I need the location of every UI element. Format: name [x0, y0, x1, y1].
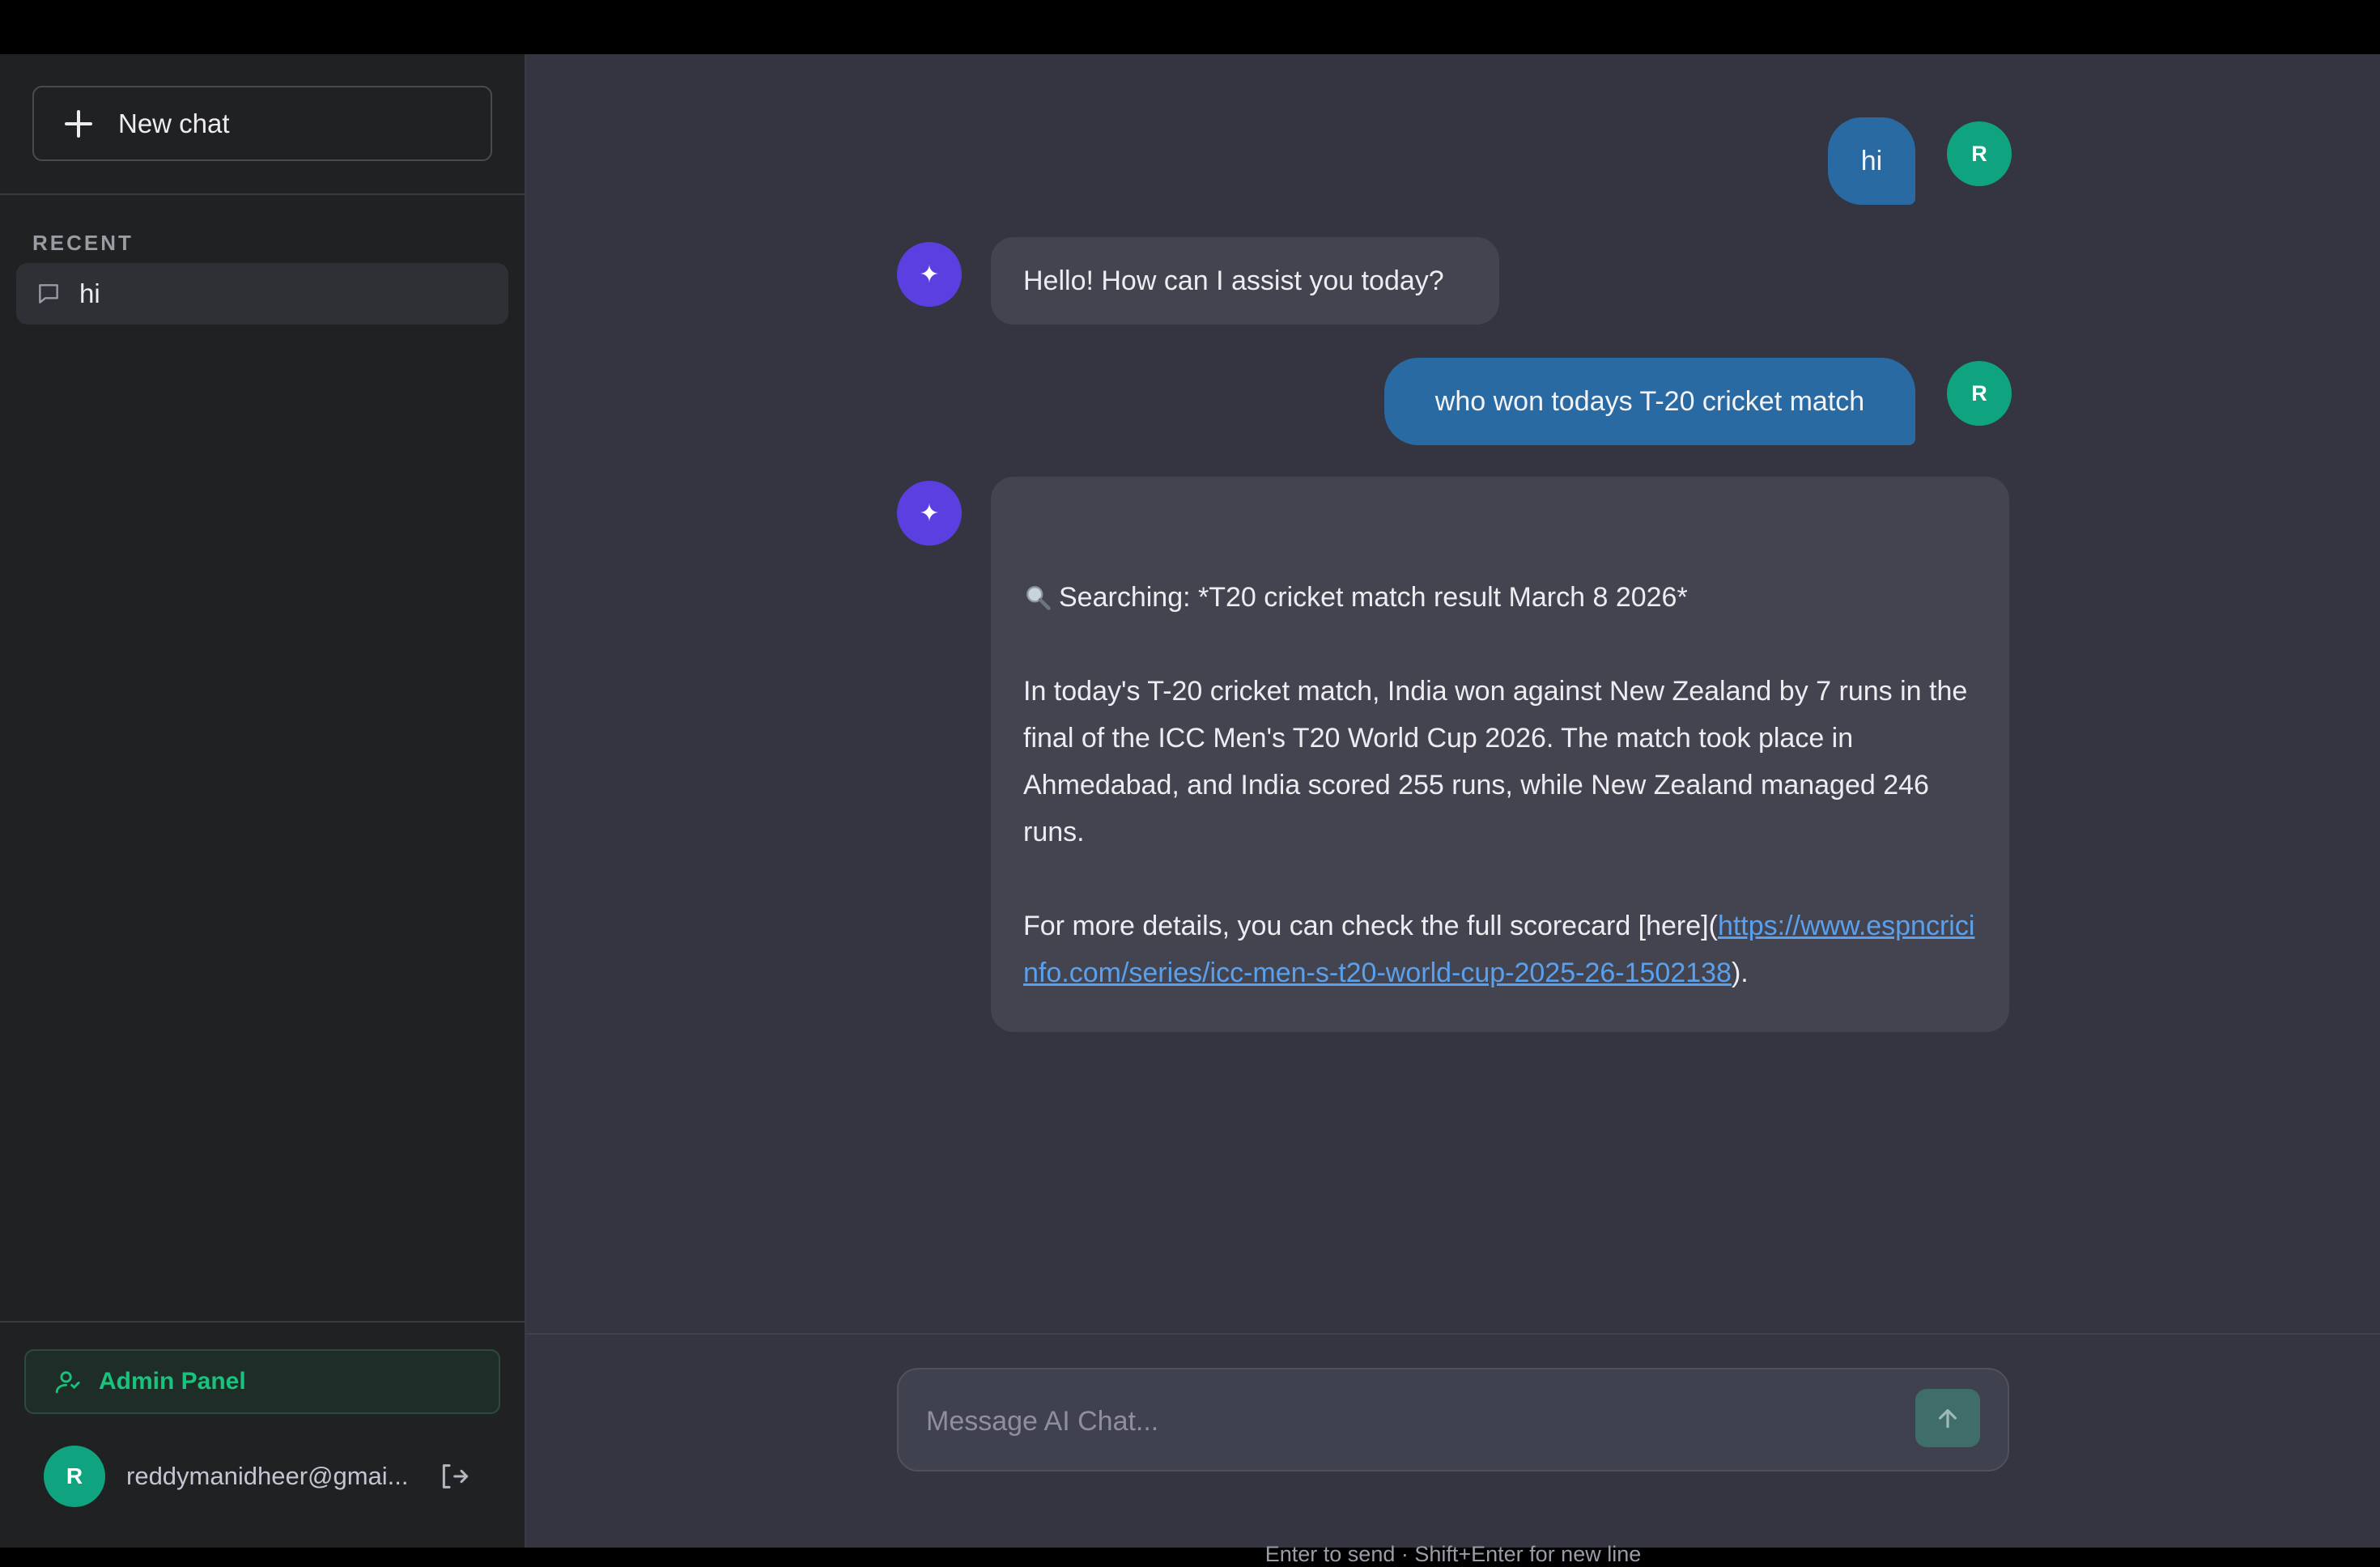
user-email: reddymanidheer@gmai... [126, 1462, 409, 1490]
assistant-avatar: ✦ [897, 481, 962, 546]
message-input[interactable] [926, 1397, 1898, 1446]
admin-panel-button[interactable]: Admin Panel [24, 1349, 500, 1414]
user-profile: R reddymanidheer@gmai... [44, 1444, 497, 1509]
sparkle-icon: ✦ [919, 261, 940, 288]
user-message-text: who won todays T-20 cricket match [1434, 385, 1865, 417]
answer-paragraph: In today's T-20 cricket match, India won… [1023, 676, 1968, 847]
assistant-message: Searching: *T20 cricket match result Mar… [991, 477, 2009, 1032]
details-prefix: For more details, you can check the full… [1023, 911, 1718, 941]
user-message: hi [1828, 117, 1915, 205]
top-bar [0, 0, 2380, 54]
sidebar-divider [0, 193, 525, 195]
new-chat-label: New chat [118, 108, 230, 138]
sidebar: New chat RECENT hi Admin Panel R reddyma… [0, 54, 526, 1548]
chat-bubble-icon [39, 284, 58, 304]
chat-item-label: hi [79, 278, 100, 308]
user-message-text: hi [1860, 145, 1883, 176]
assistant-avatar: ✦ [897, 242, 962, 307]
composer-hint: Enter to send · Shift+Enter for new line [1264, 1542, 1642, 1566]
magnifier-icon [1026, 586, 1051, 610]
send-button[interactable] [1915, 1389, 1980, 1447]
user-message: who won todays T-20 cricket match [1384, 358, 1915, 445]
assistant-message: Hello! How can I assist you today? [991, 237, 1499, 325]
admin-user-icon [55, 1371, 80, 1394]
composer-divider [526, 1333, 2380, 1335]
user-avatar: R [1947, 121, 2012, 186]
message-composer [897, 1368, 2009, 1471]
plus-icon [65, 109, 92, 138]
assistant-message-text: Hello! How can I assist you today? [1023, 265, 1444, 296]
sidebar-chat-item[interactable]: hi [16, 263, 508, 325]
search-status-line: Searching: *T20 cricket match result Mar… [1023, 574, 1977, 621]
recent-heading: RECENT [32, 231, 134, 255]
new-chat-button[interactable]: New chat [32, 86, 492, 161]
logout-icon[interactable] [437, 1460, 470, 1493]
assistant-message-body: Searching: *T20 cricket match result Mar… [1023, 574, 1977, 996]
details-paragraph: For more details, you can check the full… [1023, 902, 1977, 996]
user-avatar: R [1947, 361, 2012, 426]
chat-main: hi R ✦ Hello! How can I assist you today… [526, 54, 2380, 1566]
arrow-up-icon [1939, 1409, 1957, 1429]
app-window: New chat RECENT hi Admin Panel R reddyma… [0, 54, 2380, 1566]
user-avatar: R [44, 1446, 105, 1507]
sidebar-footer-divider [0, 1321, 525, 1323]
sparkle-icon: ✦ [919, 499, 940, 527]
details-suffix: ). [1731, 958, 1749, 988]
admin-panel-label: Admin Panel [99, 1368, 246, 1395]
search-query-text: Searching: *T20 cricket match result Mar… [1059, 582, 1688, 613]
